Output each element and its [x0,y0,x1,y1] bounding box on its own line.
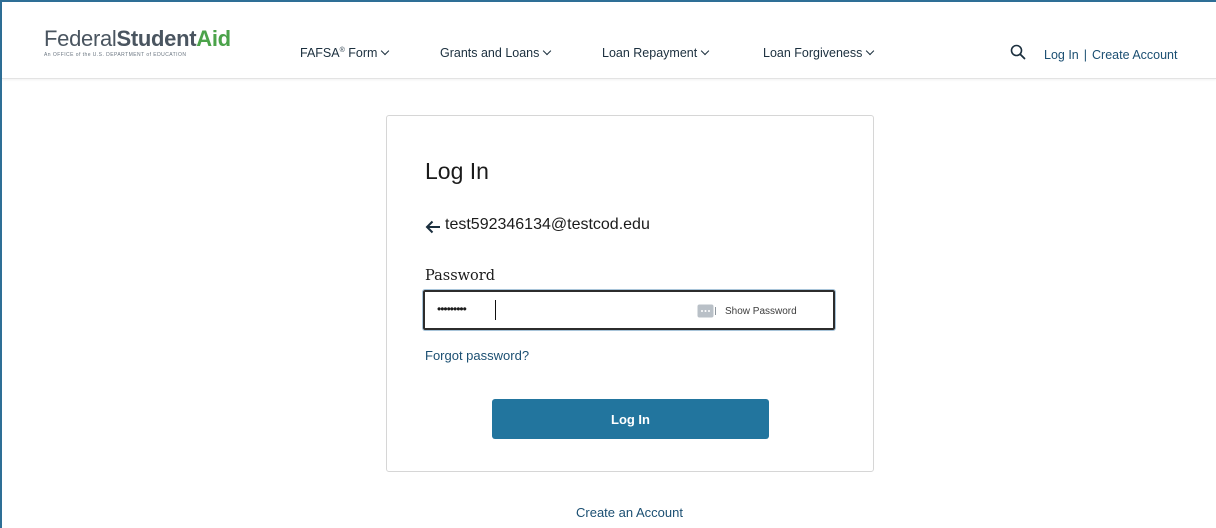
nav-grants-label: Grants and Loans [440,46,540,60]
nav-loan-repayment[interactable]: Loan Repayment [602,46,710,60]
chevron-down-icon [381,46,390,56]
logo-federal: Federal [44,26,117,51]
chevron-down-icon [543,46,552,56]
nav-grants-and-loans[interactable]: Grants and Loans [440,46,552,60]
nav-fafsa-label: FAFSA [300,46,340,60]
nav-fafsa-form[interactable]: FAFSA® Form [300,46,390,60]
login-card: Log In test592346134@testcod.edu Passwor… [386,115,874,472]
create-an-account-link[interactable]: Create an Account [576,505,683,520]
login-button[interactable]: Log In [492,399,769,439]
password-value: ••••••••• [437,302,467,316]
chevron-down-icon [866,46,875,56]
account-links: Log In | Create Account [1044,48,1177,62]
show-password-button[interactable]: Show Password [725,306,797,317]
password-field[interactable]: ••••••••• Show Password [422,289,836,331]
text-caret [495,300,496,320]
nav-fafsa-suffix: Form [344,46,378,60]
search-icon[interactable] [1010,44,1026,60]
header-login-link[interactable]: Log In [1044,48,1079,62]
nav-repayment-label: Loan Repayment [602,46,698,60]
logo-wordmark: FederalStudentAid [44,28,231,50]
user-email: test592346134@testcod.edu [445,216,650,233]
nav-loan-forgiveness[interactable]: Loan Forgiveness [763,46,875,60]
logo-aid: Aid [196,26,231,51]
link-separator: | [1083,48,1088,62]
nav-forgiveness-label: Loan Forgiveness [763,46,863,60]
password-manager-icon[interactable] [697,304,717,318]
header-create-account-link[interactable]: Create Account [1092,48,1177,62]
fsa-logo[interactable]: FederalStudentAid An OFFICE of the U.S. … [44,28,231,58]
site-header: FederalStudentAid An OFFICE of the U.S. … [2,2,1216,79]
arrow-left-icon[interactable] [425,220,441,234]
logo-student: Student [116,26,197,51]
logo-subtitle: An OFFICE of the U.S. DEPARTMENT of EDUC… [44,52,187,58]
forgot-password-link[interactable]: Forgot password? [425,348,529,363]
page-title: Log In [425,158,489,184]
chevron-down-icon [700,46,710,56]
password-label: Password [425,268,495,284]
